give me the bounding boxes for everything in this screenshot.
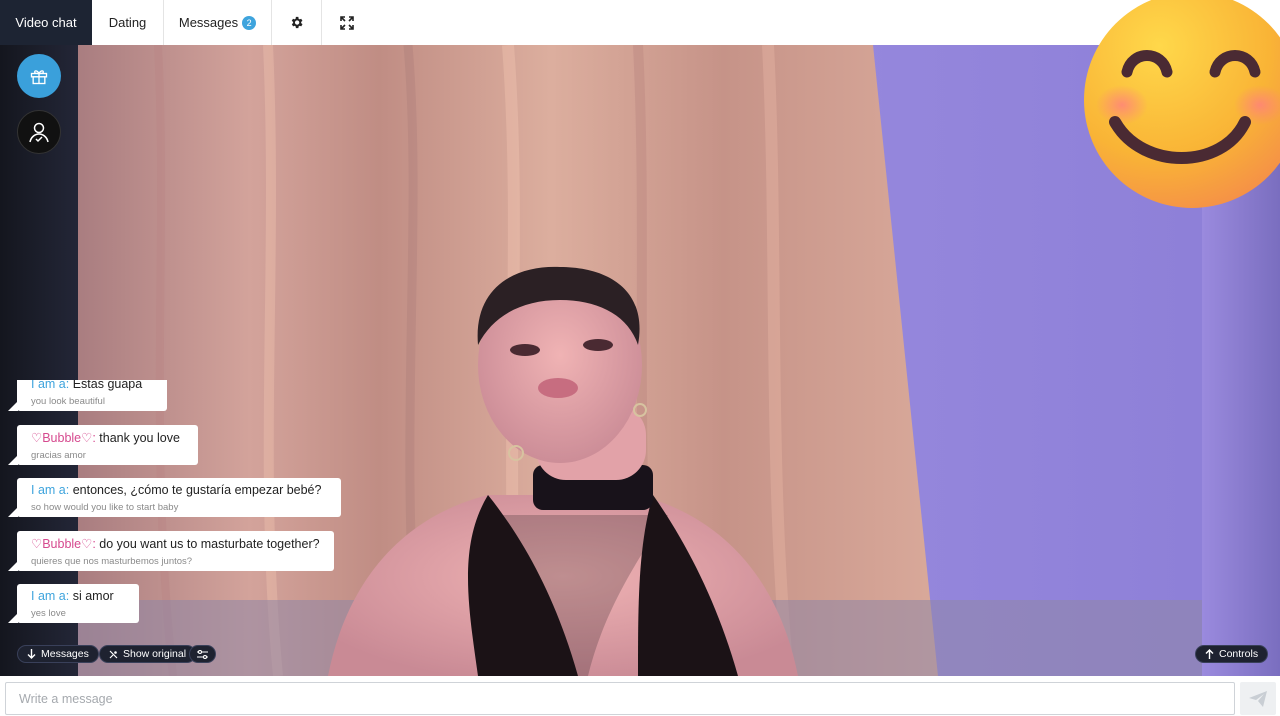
message-author: ♡Bubble♡: (31, 537, 96, 551)
show-original-button[interactable]: Show original (99, 645, 197, 663)
controls-toggle-label: Controls (1219, 648, 1259, 660)
message-author: I am a: (31, 589, 70, 603)
tab-messages-label: Messages (178, 15, 239, 30)
message-text: do you want us to masturbate together? (99, 537, 320, 551)
message-translation: gracias amor (31, 450, 86, 461)
tab-video-chat[interactable]: Video chat (0, 0, 92, 45)
message-text: Estas guapa (72, 380, 143, 391)
smiley-emoji-icon (1084, 0, 1280, 208)
message-translation: so how would you like to start baby (31, 502, 179, 513)
chat-settings-button[interactable] (189, 645, 216, 663)
profile-button[interactable] (17, 110, 61, 154)
tab-dating-label: Dating (108, 15, 147, 30)
controls-toggle-button[interactable]: Controls (1195, 645, 1269, 663)
message-author: ♡Bubble♡: (31, 431, 96, 445)
send-icon (1249, 690, 1267, 707)
tab-dating[interactable]: Dating (92, 0, 164, 45)
sliders-icon (197, 649, 208, 659)
gift-button[interactable] (17, 54, 61, 98)
message-author: I am a: (31, 483, 70, 497)
arrow-down-icon (27, 649, 36, 659)
settings-button[interactable] (272, 0, 322, 45)
message-text: si amor (72, 589, 114, 603)
arrow-up-icon (1205, 649, 1214, 659)
gift-icon (30, 70, 48, 85)
chat-message: ♡Bubble♡: do you want us to masturbate t… (8, 531, 334, 571)
message-composer (0, 676, 1280, 716)
fullscreen-button[interactable] (322, 0, 372, 45)
message-author: I am a: (31, 380, 70, 391)
message-text: entonces, ¿cómo te gustaría empezar bebé… (72, 483, 322, 497)
gear-icon (291, 16, 303, 29)
messages-toggle-button[interactable]: Messages (17, 645, 99, 663)
message-text: thank you love (99, 431, 180, 445)
tab-video-chat-label: Video chat (15, 15, 77, 30)
chat-message: I am a: entonces, ¿cómo te gustaría empe… (8, 478, 341, 517)
message-input[interactable] (5, 682, 1235, 715)
user-icon (29, 122, 49, 143)
chat-message: I am a: si amor yes love (8, 584, 139, 623)
send-button[interactable] (1240, 682, 1276, 715)
chat-message: I am a: Estas guapa you look beautiful (8, 380, 167, 411)
message-translation: yes love (31, 608, 66, 619)
chat-message-list: I am a: Estas guapa you look beautiful ♡… (0, 380, 360, 635)
expand-icon (340, 15, 354, 30)
tab-messages[interactable]: Messages 2 (164, 0, 272, 45)
message-translation: quieres que nos masturbemos juntos? (31, 556, 193, 567)
translate-icon (109, 650, 118, 658)
messages-count-badge: 2 (242, 15, 257, 30)
chat-message: ♡Bubble♡: thank you love gracias amor (8, 425, 198, 465)
show-original-label: Show original (123, 648, 187, 660)
message-translation: you look beautiful (31, 396, 105, 407)
messages-toggle-label: Messages (41, 648, 89, 660)
